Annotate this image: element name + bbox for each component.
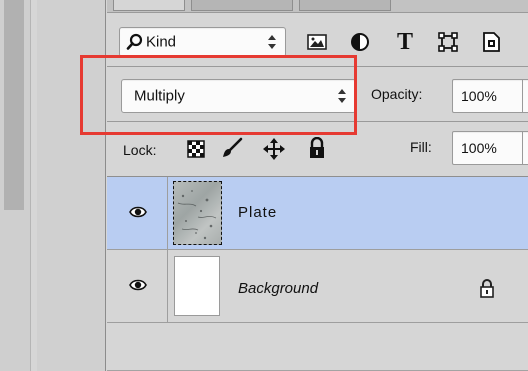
layer-row-plate[interactable]: Plate: [107, 177, 528, 250]
opacity-value: 100%: [461, 88, 497, 104]
lock-icon: [479, 278, 495, 298]
left-panel: [0, 0, 31, 371]
panel-tab-bar: [107, 0, 528, 13]
smart-object-filter-icon[interactable]: [480, 30, 502, 54]
move-icon[interactable]: [262, 137, 286, 161]
visibility-toggle[interactable]: [107, 177, 168, 249]
tab-channels[interactable]: [191, 0, 293, 11]
eye-icon[interactable]: [129, 278, 147, 292]
kind-spinner-icon: [267, 34, 277, 50]
search-icon: [126, 33, 144, 51]
kind-label: Kind: [146, 33, 177, 51]
left-scrollbar[interactable]: [4, 0, 24, 210]
layer-thumbnail: [173, 181, 222, 245]
fill-value: 100%: [461, 140, 497, 156]
fill-input[interactable]: 100%: [452, 131, 524, 165]
adjustment-layer-filter-icon[interactable]: [349, 31, 371, 53]
lock-label: Lock:: [123, 142, 157, 158]
tab-layers[interactable]: [113, 0, 185, 11]
opacity-input[interactable]: 100%: [452, 79, 524, 113]
fill-label: Fill:: [410, 139, 432, 155]
checkerboard-icon[interactable]: [187, 140, 205, 158]
layer-name[interactable]: Background: [238, 280, 318, 297]
fill-dropdown-arrow[interactable]: [522, 131, 528, 165]
type-layer-filter-icon[interactable]: T: [393, 29, 417, 55]
opacity-label: Opacity:: [371, 86, 423, 102]
image-layer-filter-icon[interactable]: [306, 32, 328, 52]
shape-layer-filter-icon[interactable]: [437, 31, 459, 53]
tab-paths[interactable]: [299, 0, 391, 11]
lock-icon[interactable]: [308, 137, 326, 159]
layer-row-background[interactable]: Background: [107, 250, 528, 323]
opacity-dropdown-arrow[interactable]: [522, 79, 528, 113]
annotation-highlight-box: [80, 55, 357, 135]
brush-icon[interactable]: [221, 137, 243, 159]
layer-filter-kind-select[interactable]: Kind: [119, 27, 286, 57]
visibility-toggle[interactable]: [107, 250, 168, 322]
layer-name[interactable]: Plate: [238, 204, 277, 221]
eye-icon[interactable]: [129, 205, 147, 219]
layer-thumbnail: [174, 256, 220, 316]
